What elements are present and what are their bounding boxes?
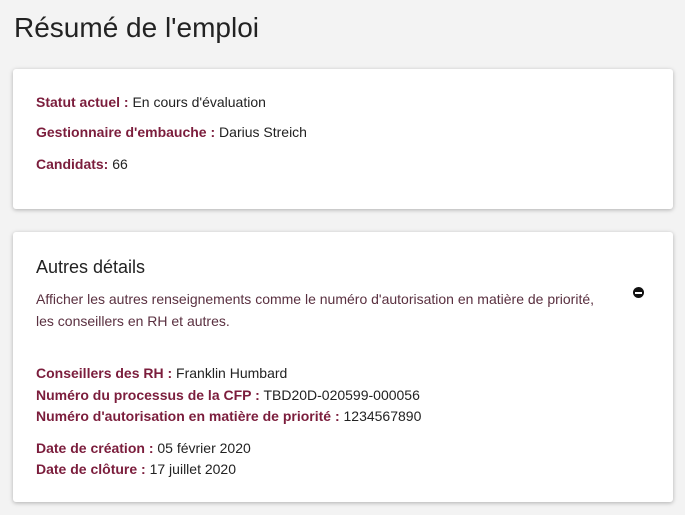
status-row: Statut actuel : En cours d'évaluation: [36, 94, 266, 110]
candidates-label: Candidats:: [36, 156, 109, 172]
hiring-manager-label: Gestionnaire d'embauche :: [36, 124, 216, 140]
closing-date-row: Date de clôture : 17 juillet 2020: [36, 461, 236, 477]
closing-date-value: 17 juillet 2020: [149, 461, 236, 477]
process-number-label: Numéro du processus de la CFP :: [36, 387, 260, 403]
process-number-row: Numéro du processus de la CFP : TBD20D-0…: [36, 387, 420, 403]
priority-number-row: Numéro d'autorisation en matière de prio…: [36, 408, 421, 424]
candidates-row: Candidats: 66: [36, 156, 128, 172]
other-details-description: Afficher les autres renseignements comme…: [36, 291, 595, 329]
hiring-manager-value: Darius Streich: [219, 124, 307, 140]
creation-date-label: Date de création :: [36, 440, 154, 456]
creation-date-row: Date de création : 05 février 2020: [36, 440, 251, 456]
status-value: En cours d'évaluation: [132, 94, 266, 110]
process-number-value: TBD20D-020599-000056: [263, 387, 420, 403]
creation-date-value: 05 février 2020: [157, 440, 251, 456]
priority-number-value: 1234567890: [343, 408, 422, 424]
closing-date-label: Date de clôture :: [36, 461, 146, 477]
other-details-title: Autres détails: [36, 257, 146, 277]
other-details-card: Autres détails Afficher les autres rense…: [13, 232, 673, 502]
hiring-manager-row: Gestionnaire d'embauche : Darius Streich: [36, 124, 307, 140]
candidates-value: 66: [112, 156, 128, 172]
page-title: Résumé de l'emploi: [14, 12, 260, 43]
priority-number-label: Numéro d'autorisation en matière de prio…: [36, 408, 340, 424]
minus-circle-icon[interactable]: [633, 287, 644, 298]
hr-advisors-label: Conseillers des RH :: [36, 365, 173, 381]
status-label: Statut actuel :: [36, 94, 129, 110]
hr-advisors-row: Conseillers des RH : Franklin Humbard: [36, 365, 287, 381]
hr-advisors-value: Franklin Humbard: [176, 365, 288, 381]
job-summary-card: Statut actuel : En cours d'évaluation Ge…: [13, 69, 673, 209]
